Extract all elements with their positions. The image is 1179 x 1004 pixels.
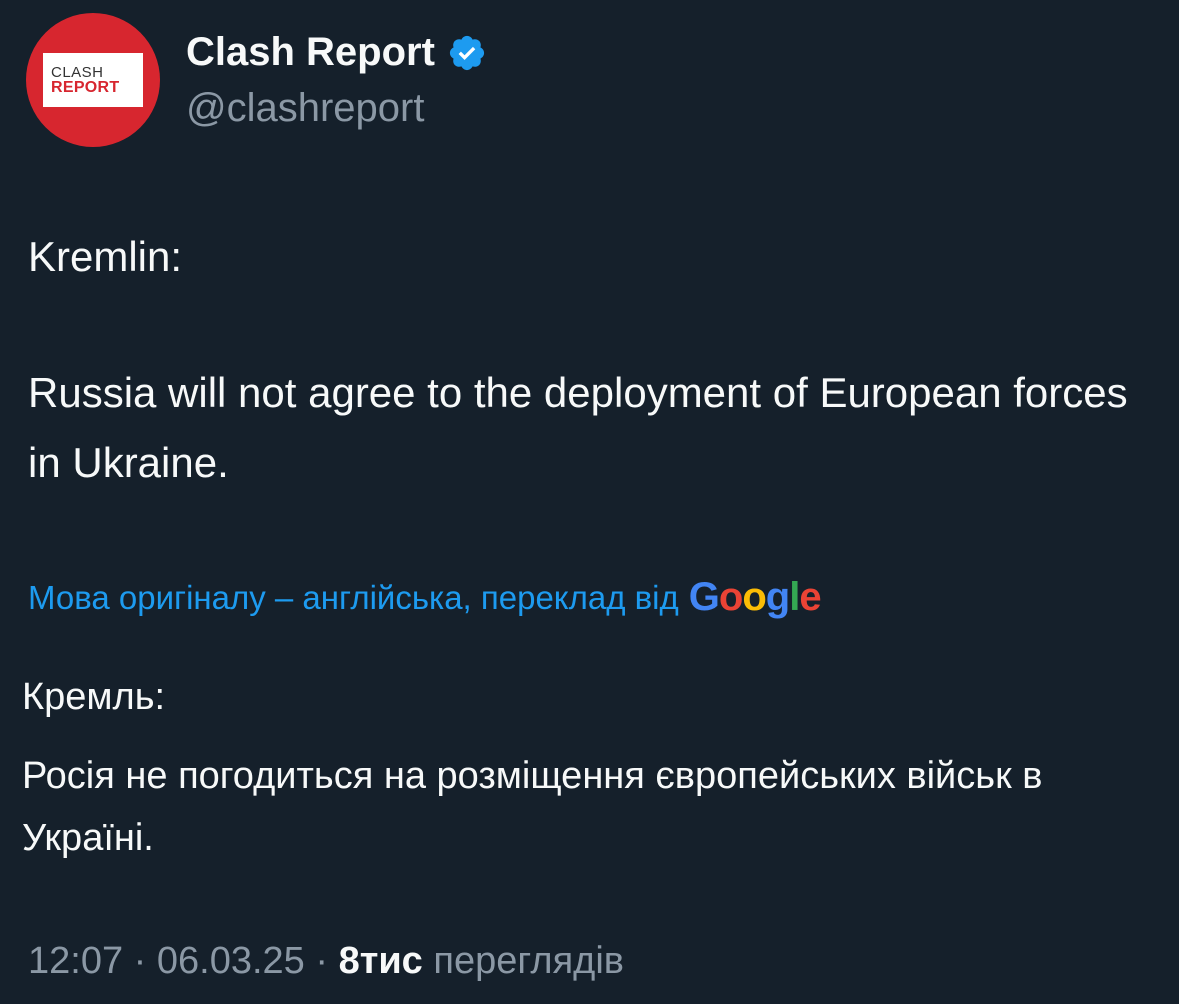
clash-report-logo: CLASH REPORT	[43, 53, 143, 107]
translation-note[interactable]: Мова оригіналу – англійська, переклад ві…	[28, 575, 822, 620]
views-count[interactable]: 8тис	[339, 940, 423, 982]
avatar[interactable]: CLASH REPORT	[26, 13, 160, 147]
author-name-text: Clash Report	[186, 30, 435, 74]
author-handle[interactable]: @clashreport	[186, 86, 424, 131]
meta-separator: ·	[315, 940, 329, 982]
verified-badge-icon	[449, 35, 485, 70]
author-display-name[interactable]: Clash Report	[186, 30, 487, 75]
translated-text-line: Кремль:	[22, 676, 166, 718]
translation-note-text: Мова оригіналу – англійська, переклад ві…	[28, 578, 679, 616]
tweet-time[interactable]: 12:07	[28, 940, 123, 982]
meta-separator: ·	[133, 940, 147, 982]
logo-top-text: CLASH	[51, 63, 104, 81]
logo-bottom-text: REPORT	[51, 78, 120, 96]
tweet-text-line: Russia will not agree to the deployment …	[28, 369, 1128, 486]
tweet-date[interactable]: 06.03.25	[157, 940, 305, 982]
tweet-text-line: Kremlin:	[28, 233, 183, 280]
google-logo: Google	[688, 575, 822, 619]
tweet-meta: 12:07 · 06.03.25 · 8тис переглядів	[28, 940, 624, 983]
views-label: переглядів	[433, 940, 624, 982]
translated-text-line: Росія не погодиться на розміщення європе…	[22, 755, 1043, 859]
